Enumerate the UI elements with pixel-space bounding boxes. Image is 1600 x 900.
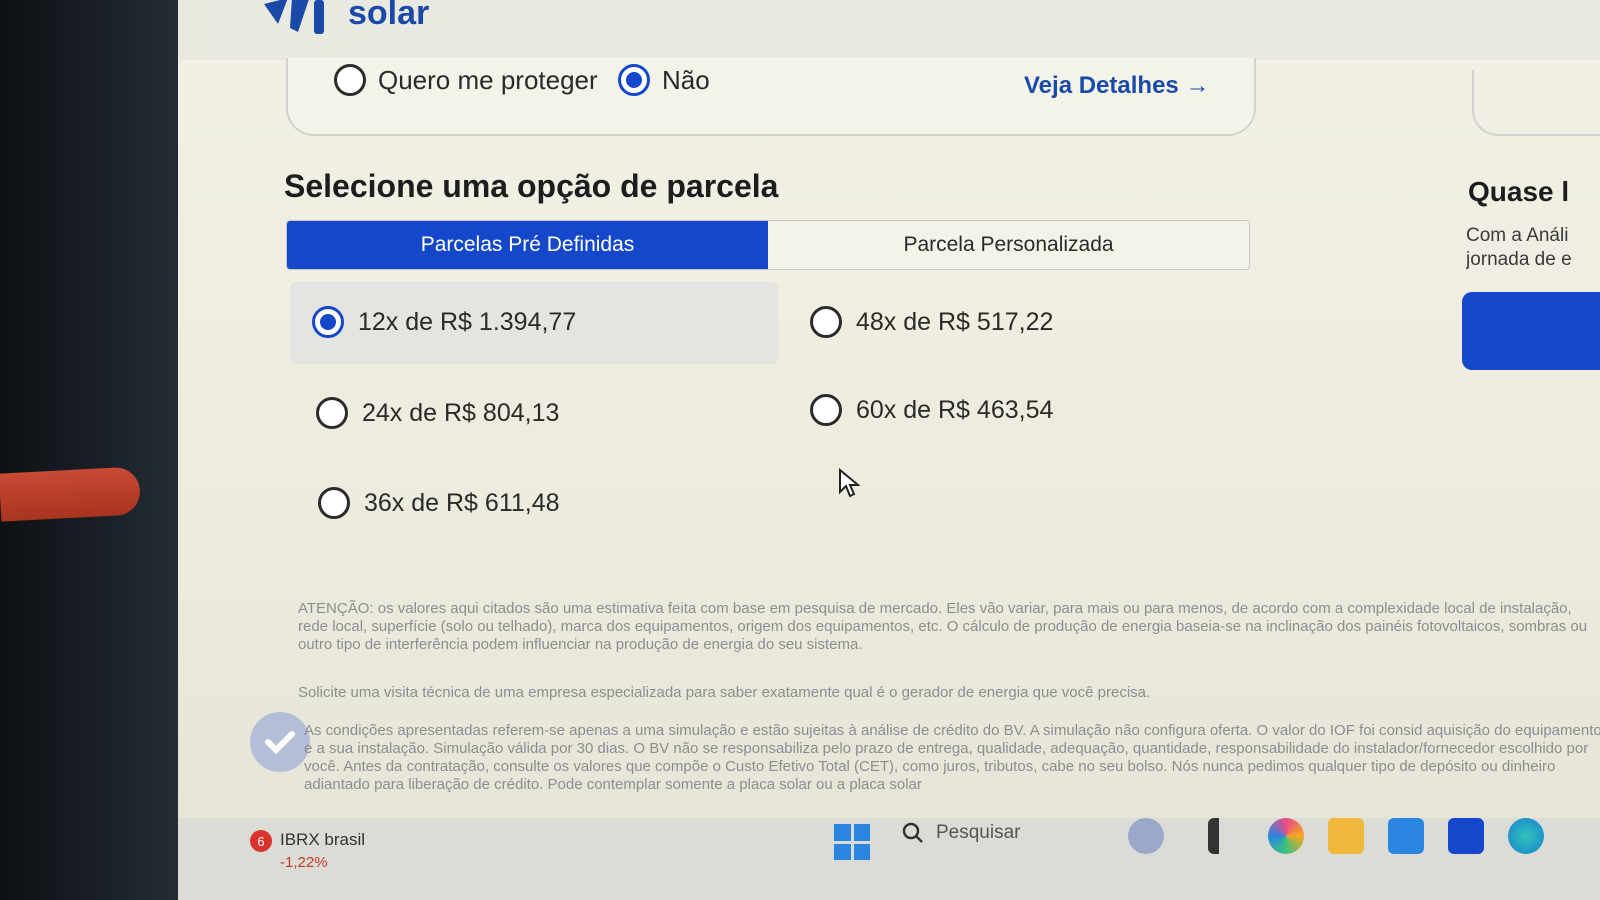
screen: solar Quero me proteger Não Veja Detalhe… xyxy=(178,0,1600,900)
red-cable xyxy=(0,466,142,522)
side-panel-text-line: Com a Análi xyxy=(1466,225,1569,246)
app-l-icon[interactable] xyxy=(1448,818,1484,854)
installment-option-label: 24x de R$ 804,13 xyxy=(362,398,560,427)
radio-unchecked-icon[interactable] xyxy=(318,487,350,519)
search-label: Pesquisar xyxy=(936,822,1021,843)
radio-unchecked-icon[interactable] xyxy=(810,306,842,338)
radio-checked-icon[interactable] xyxy=(312,306,344,338)
logo-text: solar xyxy=(348,0,430,32)
installment-option-label: 48x de R$ 517,22 xyxy=(856,307,1054,336)
side-panel-button[interactable] xyxy=(1462,292,1600,370)
insurance-option-label: Quero me proteger xyxy=(378,64,598,95)
installment-option-12x[interactable]: 12x de R$ 1.394,77 xyxy=(312,306,576,338)
tab-predefined[interactable]: Parcelas Pré Definidas xyxy=(287,221,768,269)
attention-disclaimer: ATENÇÃO: os valores aqui citados são uma… xyxy=(298,600,1588,653)
mouse-cursor-icon xyxy=(839,468,860,498)
visit-disclaimer: Solicite uma visita técnica de uma empre… xyxy=(298,684,1151,701)
installment-option-36x[interactable]: 36x de R$ 611,48 xyxy=(318,487,560,519)
side-box xyxy=(1472,70,1600,136)
edge-browser-icon[interactable] xyxy=(1508,818,1544,854)
notification-badge: 6 xyxy=(250,830,272,852)
copilot-icon[interactable] xyxy=(1268,818,1304,854)
installments-title: Selecione uma opção de parcela xyxy=(284,168,779,204)
installment-option-label: 12x de R$ 1.394,77 xyxy=(358,307,577,336)
insurance-option-no[interactable]: Não xyxy=(618,64,710,96)
windows-start-icon[interactable] xyxy=(834,824,870,860)
file-explorer-icon[interactable] xyxy=(1328,818,1364,854)
installment-option-24x[interactable]: 24x de R$ 804,13 xyxy=(316,397,559,429)
installment-option-48x[interactable]: 48x de R$ 517,22 xyxy=(810,306,1053,338)
tab-custom[interactable]: Parcela Personalizada xyxy=(768,221,1249,269)
widget-icon[interactable] xyxy=(1128,818,1164,854)
stock-change: -1,22% xyxy=(280,854,328,871)
taskbar-search[interactable]: Pesquisar xyxy=(902,822,1021,844)
logo-icon xyxy=(264,0,324,34)
stock-widget[interactable]: IBRX brasil -1,22% xyxy=(280,830,365,871)
stock-name: IBRX brasil xyxy=(280,830,366,849)
installment-tabs: Parcelas Pré Definidas Parcela Personali… xyxy=(286,220,1250,270)
insurance-option-label: Não xyxy=(662,64,710,95)
search-icon xyxy=(902,822,923,843)
insurance-option-protect[interactable]: Quero me proteger xyxy=(334,64,598,96)
app-icon[interactable] xyxy=(1208,818,1244,854)
installment-option-60x[interactable]: 60x de R$ 463,54 xyxy=(810,394,1053,426)
radio-unchecked-icon[interactable] xyxy=(316,397,348,429)
radio-checked-icon[interactable] xyxy=(618,64,650,96)
store-icon[interactable] xyxy=(1388,818,1424,854)
side-panel-text: Com a Análi jornada de e xyxy=(1466,224,1600,272)
monitor-bezel xyxy=(0,0,200,900)
check-badge-icon xyxy=(250,712,310,772)
radio-unchecked-icon[interactable] xyxy=(334,64,366,96)
installment-option-label: 36x de R$ 611,48 xyxy=(364,488,560,517)
side-panel-title: Quase l xyxy=(1468,176,1570,207)
details-link[interactable]: Veja Detalhes → xyxy=(1024,72,1209,100)
side-panel-text-line: jornada de e xyxy=(1466,249,1572,270)
header: solar xyxy=(178,0,1600,60)
radio-unchecked-icon[interactable] xyxy=(810,394,842,426)
installment-option-label: 60x de R$ 463,54 xyxy=(856,395,1054,424)
conditions-disclaimer: As condições apresentadas referem-se ape… xyxy=(304,722,1600,793)
taskbar: 6 IBRX brasil -1,22% Pesquisar xyxy=(178,818,1600,900)
